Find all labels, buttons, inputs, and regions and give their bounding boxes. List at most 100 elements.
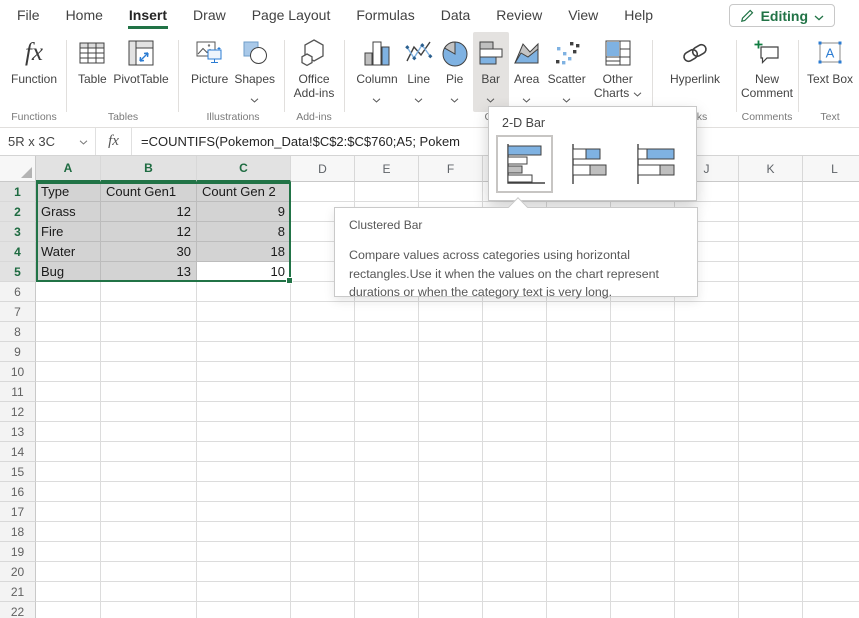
area-chart-button[interactable]: Area [509,32,545,108]
grid-line [36,462,859,482]
column-chart-button[interactable]: Column [353,32,400,108]
shapes-button[interactable]: Shapes [231,32,278,108]
row-header-17[interactable]: 17 [0,502,36,522]
row-header-20[interactable]: 20 [0,562,36,582]
clustered-bar-option[interactable] [496,135,553,193]
text-box-button[interactable]: A Text Box [802,32,858,86]
cell-B2[interactable]: 12 [101,202,197,222]
row-header-22[interactable]: 22 [0,602,36,618]
row-header-6[interactable]: 6 [0,282,36,302]
row-header-18[interactable]: 18 [0,522,36,542]
office-addins-icon [298,36,330,70]
group-label-illustrations: Illustrations [184,111,282,123]
text-box-icon: A [815,36,845,70]
insert-function-button[interactable]: fx [96,128,132,155]
row-header-10[interactable]: 10 [0,362,36,382]
tab-home[interactable]: Home [53,0,116,30]
tab-help[interactable]: Help [611,0,666,30]
row-header-1[interactable]: 1 [0,182,36,202]
row-header-4[interactable]: 4 [0,242,36,262]
function-button[interactable]: fx Function [8,32,60,86]
hyperlink-icon [679,36,711,70]
tab-file[interactable]: File [4,0,53,30]
other-charts-button[interactable]: Other Charts [589,32,647,101]
ribbon-divider [178,40,179,112]
table-button[interactable]: Table [74,32,110,86]
cell-A3[interactable]: Fire [36,222,101,242]
column-header-E[interactable]: E [355,156,419,182]
name-box[interactable]: 5R x 3C [0,128,96,155]
stacked-bar-option[interactable] [561,135,618,193]
row-header-5[interactable]: 5 [0,262,36,282]
pie-chart-button[interactable]: Pie [437,32,473,108]
chevron-down-icon [814,8,824,24]
ribbon-divider [652,40,653,112]
cell-A2[interactable]: Grass [36,202,101,222]
column-header-A[interactable]: A [36,156,101,182]
table-icon [77,36,107,70]
row-header-12[interactable]: 12 [0,402,36,422]
column-header-D[interactable]: D [291,156,355,182]
scatter-chart-button[interactable]: Scatter [545,32,589,108]
cell-A4[interactable]: Water [36,242,101,262]
row-header-14[interactable]: 14 [0,442,36,462]
ribbon: fx Function Functions Table [0,30,859,128]
row-header-11[interactable]: 11 [0,382,36,402]
column-header-F[interactable]: F [419,156,483,182]
tab-view[interactable]: View [555,0,611,30]
stacked-bar-100-option[interactable] [626,135,683,193]
grid-line [36,442,859,462]
row-header-3[interactable]: 3 [0,222,36,242]
column-header-K[interactable]: K [739,156,803,182]
row-header-7[interactable]: 7 [0,302,36,322]
row-header-19[interactable]: 19 [0,542,36,562]
tab-insert[interactable]: Insert [116,0,180,30]
cell-B3[interactable]: 12 [101,222,197,242]
tab-data[interactable]: Data [428,0,484,30]
picture-button[interactable]: Picture [188,32,231,86]
cell-C1[interactable]: Count Gen 2 [197,182,291,202]
tab-draw[interactable]: Draw [180,0,239,30]
row-header-8[interactable]: 8 [0,322,36,342]
row-header-2[interactable]: 2 [0,202,36,222]
column-header-C[interactable]: C [197,156,291,182]
cell-C4[interactable]: 18 [197,242,291,262]
tab-formulas[interactable]: Formulas [343,0,427,30]
select-all-triangle-icon [21,167,32,178]
new-comment-button[interactable]: New Comment [738,32,796,101]
row-header-13[interactable]: 13 [0,422,36,442]
cell-B1[interactable]: Count Gen1 [101,182,197,202]
function-icon: fx [25,36,43,70]
cell-C2[interactable]: 9 [197,202,291,222]
tab-page-layout[interactable]: Page Layout [239,0,344,30]
cell-C3[interactable]: 8 [197,222,291,242]
cell-A1[interactable]: Type [36,182,101,202]
tab-review[interactable]: Review [483,0,555,30]
pivottable-button[interactable]: PivotTable [110,32,171,86]
bar-chart-icon [476,36,506,70]
bar-chart-button[interactable]: Bar [473,32,509,112]
chevron-down-icon [372,90,381,108]
grid-line [36,502,859,522]
cell-B5[interactable]: 13 [101,262,197,282]
svg-text:A: A [826,46,835,61]
hyperlink-button[interactable]: Hyperlink [667,32,723,86]
cell-B4[interactable]: 30 [101,242,197,262]
row-header-15[interactable]: 15 [0,462,36,482]
pie-chart-icon [440,36,470,70]
office-addins-button[interactable]: Office Add-ins [286,32,342,101]
select-all-button[interactable] [0,156,36,182]
column-header-L[interactable]: L [803,156,859,182]
row-header-16[interactable]: 16 [0,482,36,502]
editing-mode-button[interactable]: Editing [729,4,835,27]
line-chart-button[interactable]: Line [401,32,437,108]
grid-line [36,322,859,342]
grid-line [36,582,859,602]
row-header-21[interactable]: 21 [0,582,36,602]
cell-C5[interactable]: 10 [197,262,291,282]
cell-A5[interactable]: Bug [36,262,101,282]
group-label-tables: Tables [70,111,176,123]
row-header-9[interactable]: 9 [0,342,36,362]
group-label-addins: Add-ins [286,111,342,123]
column-header-B[interactable]: B [101,156,197,182]
